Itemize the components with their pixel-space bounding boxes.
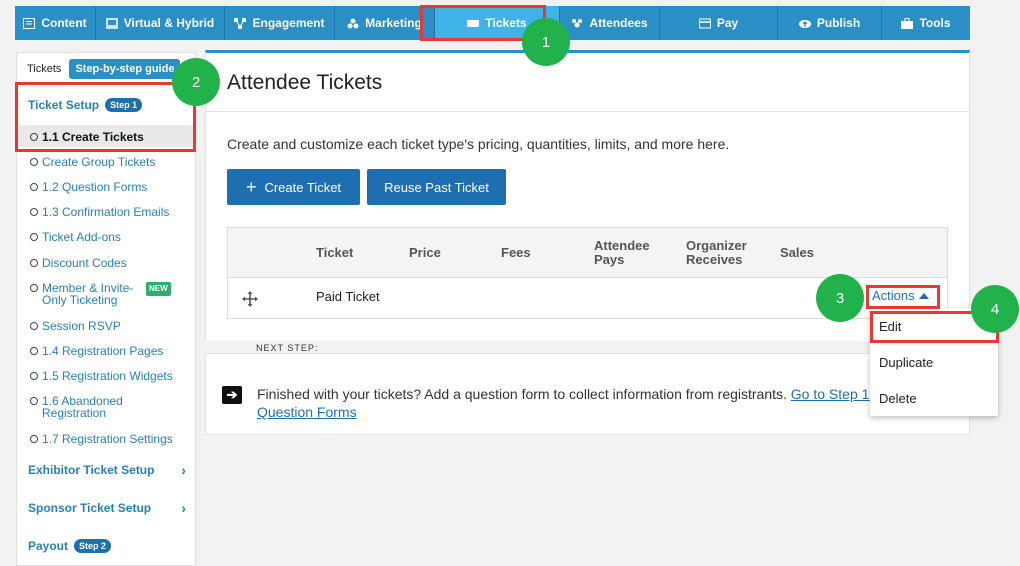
network-icon (234, 17, 247, 29)
button-label: Reuse Past Ticket (384, 179, 489, 195)
menu-item-duplicate[interactable]: Duplicate (879, 355, 933, 370)
sidebar-item-ticket-addons[interactable]: Ticket Add-ons (30, 231, 121, 243)
tab-step-guide[interactable]: Step-by-step guide (69, 59, 181, 79)
marketing-icon (347, 18, 359, 28)
ticket-name: Paid Ticket (316, 289, 380, 304)
create-ticket-button[interactable]: + Create Ticket (227, 169, 360, 205)
page-description: Create and customize each ticket type's … (227, 136, 730, 152)
nav-engagement[interactable]: Engagement (225, 6, 335, 40)
item-label: Member & Invite-Only Ticketing (42, 281, 134, 307)
sidebar-item-session-rsvp[interactable]: Session RSVP (30, 320, 121, 332)
sidebar-item-registration-pages[interactable]: 1.4 Registration Pages (30, 345, 163, 357)
step-badge: Step 2 (74, 539, 112, 553)
bullet-icon (30, 347, 38, 355)
step-marker-3: 3 (816, 274, 864, 322)
reuse-past-ticket-button[interactable]: Reuse Past Ticket (367, 169, 506, 205)
nav-label: Publish (816, 16, 861, 30)
section-exhibitor[interactable]: Exhibitor Ticket Setup › (28, 462, 192, 478)
cloud-upload-icon (798, 19, 811, 28)
arrow-right-icon: ➔ (222, 386, 242, 404)
sidebar-item-abandoned-registration[interactable]: 1.6 Abandoned Registration (30, 395, 138, 419)
item-label: 1.5 Registration Widgets (42, 369, 173, 383)
table-header: Ticket Price Fees Attendee Pays Organize… (228, 228, 947, 278)
next-step-box: ➔ Finished with your tickets? Add a ques… (205, 353, 970, 435)
item-label: 1.3 Confirmation Emails (42, 205, 170, 219)
next-step-message: Finished with your tickets? Add a questi… (257, 386, 787, 402)
bullet-icon (30, 183, 38, 191)
sidebar-item-group-tickets[interactable]: Create Group Tickets (30, 156, 155, 168)
bullet-icon (30, 372, 38, 380)
bullet-icon (30, 284, 38, 292)
chevron-right-icon: › (181, 462, 186, 478)
sidebar-item-question-forms[interactable]: 1.2 Question Forms (30, 181, 147, 193)
toolbox-icon (901, 17, 914, 29)
section-label: Exhibitor Ticket Setup (28, 463, 155, 477)
page-title: Attendee Tickets (227, 71, 383, 94)
col-price: Price (409, 245, 441, 260)
section-payout[interactable]: Payout Step 2 (28, 539, 112, 553)
next-step-label: NEXT STEP: (256, 343, 319, 353)
nav-content[interactable]: Content (15, 6, 96, 40)
nav-label: Attendees (589, 16, 648, 30)
section-label: Sponsor Ticket Setup (28, 501, 152, 515)
bullet-icon (30, 435, 38, 443)
item-label: Session RSVP (42, 319, 121, 333)
sidebar-item-registration-settings[interactable]: 1.7 Registration Settings (30, 433, 173, 445)
menu-item-delete[interactable]: Delete (879, 391, 917, 406)
attendees-icon (572, 18, 583, 27)
nav-label: Tools (919, 16, 951, 30)
button-label: Create Ticket (264, 179, 342, 195)
section-label: Payout (28, 539, 69, 553)
item-label: 1.6 Abandoned Registration (42, 394, 123, 420)
tab-tickets[interactable]: Tickets (27, 63, 61, 75)
col-fees: Fees (501, 245, 531, 260)
nav-label: Pay (716, 16, 739, 30)
sidebar-item-discount-codes[interactable]: Discount Codes (30, 257, 127, 269)
highlight-ticket-setup (15, 82, 196, 152)
item-label: 1.7 Registration Settings (42, 432, 173, 446)
step-marker-1: 1 (522, 18, 570, 66)
nav-label: Engagement (252, 16, 325, 30)
content-icon (23, 17, 36, 29)
nav-pay[interactable]: Pay (660, 6, 778, 40)
sidebar-item-confirmation-emails[interactable]: 1.3 Confirmation Emails (30, 206, 169, 218)
step-marker-4: 4 (971, 285, 1019, 333)
next-step-text: Finished with your tickets? Add a questi… (257, 385, 917, 421)
nav-virtual-hybrid[interactable]: Virtual & Hybrid (96, 6, 225, 40)
highlight-actions (866, 285, 940, 309)
nav-label: Content (41, 16, 87, 30)
item-label: 1.4 Registration Pages (42, 344, 164, 358)
divider (206, 111, 969, 112)
sidebar-item-member-invite[interactable]: Member & Invite-Only Ticketing NEW (30, 282, 171, 306)
card-icon (698, 18, 711, 28)
bullet-icon (30, 259, 38, 267)
bullet-icon (30, 233, 38, 241)
drag-handle-icon[interactable] (242, 291, 258, 307)
new-badge: NEW (146, 282, 171, 296)
item-label: Create Group Tickets (42, 155, 156, 169)
col-sales: Sales (780, 245, 814, 260)
bullet-icon (30, 158, 38, 166)
chevron-right-icon: › (181, 500, 186, 516)
step-marker-2: 2 (172, 58, 220, 106)
nav-label: Virtual & Hybrid (123, 16, 215, 30)
item-label: Discount Codes (42, 256, 127, 270)
nav-label: Marketing (365, 16, 422, 30)
sidebar-tabs: Tickets Step-by-step guide (17, 53, 195, 85)
nav-publish[interactable]: Publish (778, 6, 882, 40)
col-ticket: Ticket (316, 245, 354, 260)
item-label: Ticket Add-ons (42, 230, 121, 244)
col-organizer-receives: Organizer Receives (686, 238, 747, 267)
section-sponsor[interactable]: Sponsor Ticket Setup › (28, 500, 192, 516)
nav-attendees[interactable]: Attendees (560, 6, 660, 40)
nav-tools[interactable]: Tools (882, 6, 970, 40)
bullet-icon (30, 397, 38, 405)
sidebar-item-registration-widgets[interactable]: 1.5 Registration Widgets (30, 370, 173, 382)
item-label: 1.2 Question Forms (42, 180, 148, 194)
bullet-icon (30, 208, 38, 216)
monitor-icon (105, 17, 118, 29)
plus-icon: + (245, 177, 257, 197)
bullet-icon (30, 322, 38, 330)
col-attendee-pays: Attendee Pays (594, 238, 650, 267)
